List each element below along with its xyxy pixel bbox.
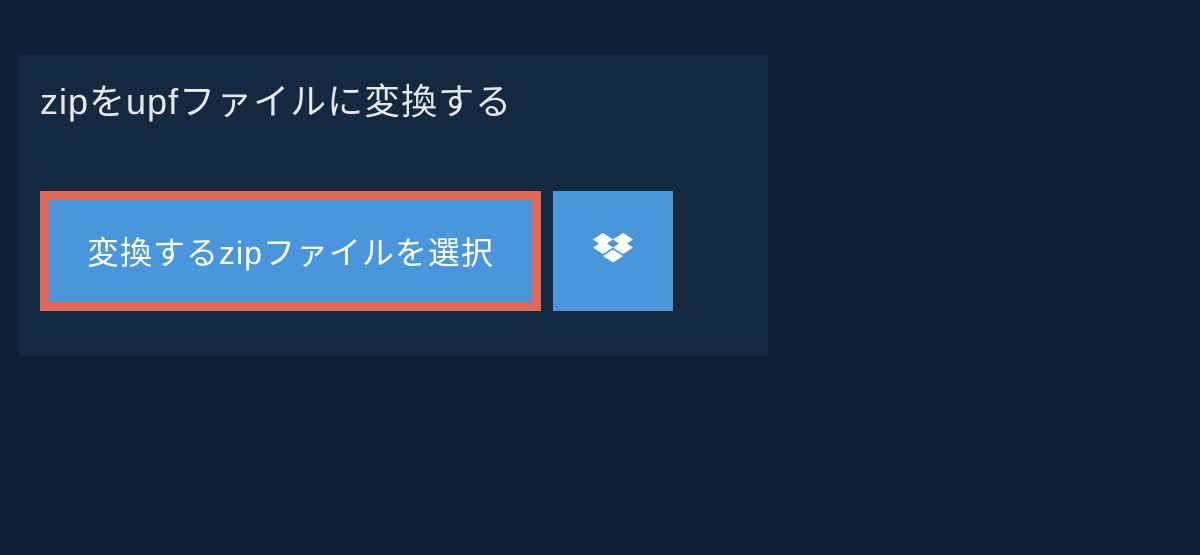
converter-panel: zipをupfファイルに変換する 変換するzipファイルを選択 xyxy=(18,55,768,356)
dropbox-button[interactable] xyxy=(553,191,673,311)
select-file-label: 変換するzipファイルを選択 xyxy=(87,228,494,274)
button-row: 変換するzipファイルを選択 xyxy=(40,191,768,311)
page-title: zipをupfファイルに変換する xyxy=(40,73,512,125)
select-file-button[interactable]: 変換するzipファイルを選択 xyxy=(40,191,541,311)
dropbox-icon xyxy=(593,233,633,269)
header: zipをupfファイルに変換する xyxy=(18,55,534,143)
